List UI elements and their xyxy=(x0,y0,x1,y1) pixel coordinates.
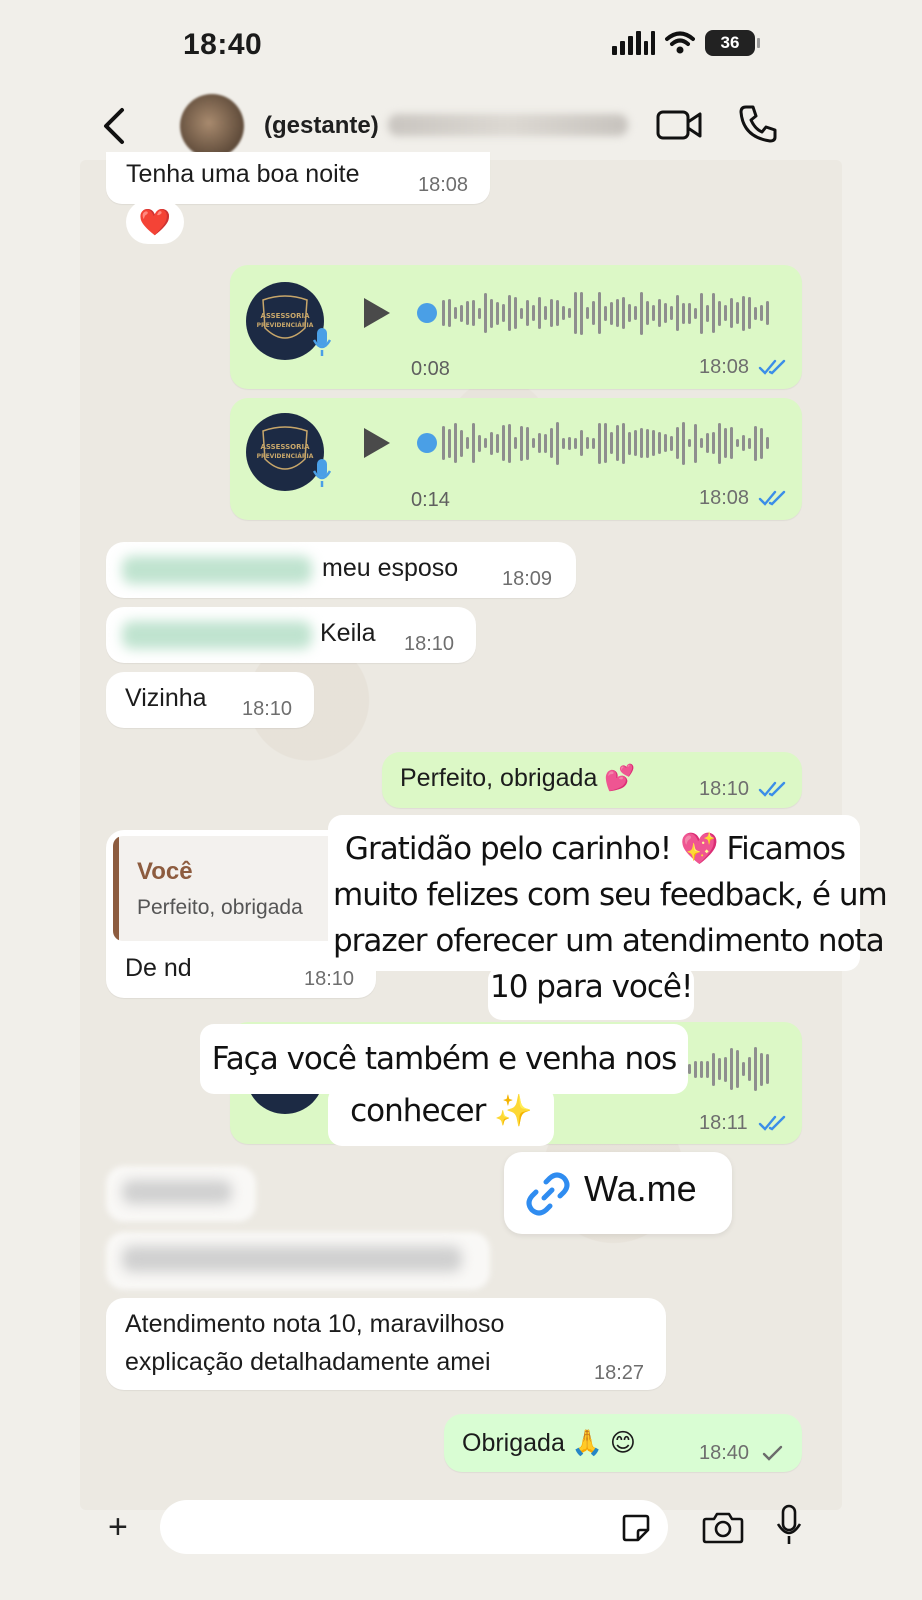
caption-text-line: Faça você também e venha nos xyxy=(211,1041,678,1077)
message-text: Obrigada 🙏 😊 xyxy=(462,1429,636,1457)
caption-text-line: muito felizes com seu feedback, é um xyxy=(333,877,888,913)
message-text: De nd xyxy=(125,954,192,982)
contact-avatar[interactable] xyxy=(180,94,244,158)
message-time: 18:27 xyxy=(594,1362,645,1384)
link-label[interactable]: Wa.me xyxy=(584,1168,697,1210)
message-text: Vizinha xyxy=(125,684,207,712)
attach-plus-icon[interactable]: + xyxy=(108,1508,128,1547)
reply-author: Você xyxy=(137,858,193,885)
message-text: Perfeito, obrigada 💕 xyxy=(400,764,636,792)
blurred-text xyxy=(122,1246,462,1272)
message-time: 18:08 xyxy=(418,174,469,196)
mic-badge-icon xyxy=(312,328,332,356)
read-ticks-icon xyxy=(758,359,786,375)
message-time: 18:10 xyxy=(242,698,293,720)
wifi-icon xyxy=(665,31,695,54)
caption-text-line: conhecer ✨ xyxy=(350,1093,533,1129)
read-ticks-icon xyxy=(758,781,786,797)
read-ticks-icon xyxy=(758,1115,786,1131)
message-time: 18:10 xyxy=(304,968,355,990)
battery-icon: 36 xyxy=(705,30,760,56)
message-text-line: Atendimento nota 10, maravilhoso xyxy=(125,1310,505,1338)
caption-text-line: Gratidão pelo carinho! 💖 Ficamos xyxy=(344,831,846,867)
message-time: 18:09 xyxy=(502,568,553,590)
blurred-text xyxy=(122,1180,232,1204)
message-input[interactable] xyxy=(160,1500,668,1554)
play-icon[interactable] xyxy=(364,428,390,458)
blurred-text xyxy=(122,556,312,584)
reply-text: Perfeito, obrigada xyxy=(137,896,303,919)
message-time: 18:08 xyxy=(699,487,750,509)
audio-duration: 0:14 xyxy=(411,489,450,511)
message-time: 18:10 xyxy=(404,633,455,655)
signal-icon xyxy=(612,31,655,55)
read-ticks-icon xyxy=(758,490,786,506)
microphone-icon[interactable] xyxy=(776,1504,802,1546)
contact-name[interactable]: (gestante) xyxy=(264,112,379,140)
play-icon[interactable] xyxy=(364,298,390,328)
svg-text:PREVIDENCIÁRIA: PREVIDENCIÁRIA xyxy=(257,453,314,460)
message-time: 18:10 xyxy=(699,778,750,800)
message-text: Keila xyxy=(320,619,376,647)
heart-reaction[interactable]: ❤️ xyxy=(126,200,184,244)
audio-waveform[interactable] xyxy=(442,420,769,466)
audio-duration: 0:08 xyxy=(411,358,450,380)
blurred-text xyxy=(122,621,312,649)
status-icons: 36 xyxy=(612,30,760,56)
caption-text-line: prazer oferecer um atendimento nota xyxy=(333,923,885,959)
mic-badge-icon xyxy=(312,459,332,487)
voice-call-icon[interactable] xyxy=(738,104,778,144)
link-icon xyxy=(526,1172,570,1216)
status-time: 18:40 xyxy=(183,28,263,61)
svg-text:ASSESSORIA: ASSESSORIA xyxy=(260,443,310,451)
reply-accent-bar xyxy=(113,836,119,941)
sticker-icon[interactable] xyxy=(620,1512,652,1544)
message-time: 18:11 xyxy=(699,1112,748,1134)
playback-position[interactable] xyxy=(417,433,437,453)
playback-position[interactable] xyxy=(417,303,437,323)
message-text: meu esposo xyxy=(322,554,459,582)
message-text: Tenha uma boa noite xyxy=(126,160,360,188)
message-text-line: explicação detalhadamente amei xyxy=(125,1348,491,1376)
camera-icon[interactable] xyxy=(702,1510,744,1544)
video-call-icon[interactable] xyxy=(656,108,702,142)
svg-text:PREVIDENCIÁRIA: PREVIDENCIÁRIA xyxy=(257,322,314,329)
contact-name-blurred xyxy=(388,114,628,136)
audio-waveform[interactable] xyxy=(442,290,769,336)
caption-text-line: 10 para você! xyxy=(490,969,693,1005)
sent-tick-icon xyxy=(762,1445,783,1461)
svg-text:ASSESSORIA: ASSESSORIA xyxy=(260,312,310,320)
audio-waveform[interactable] xyxy=(688,1046,769,1092)
message-time: 18:08 xyxy=(699,356,750,378)
message-time: 18:40 xyxy=(699,1442,750,1464)
back-arrow-icon[interactable] xyxy=(100,106,130,146)
